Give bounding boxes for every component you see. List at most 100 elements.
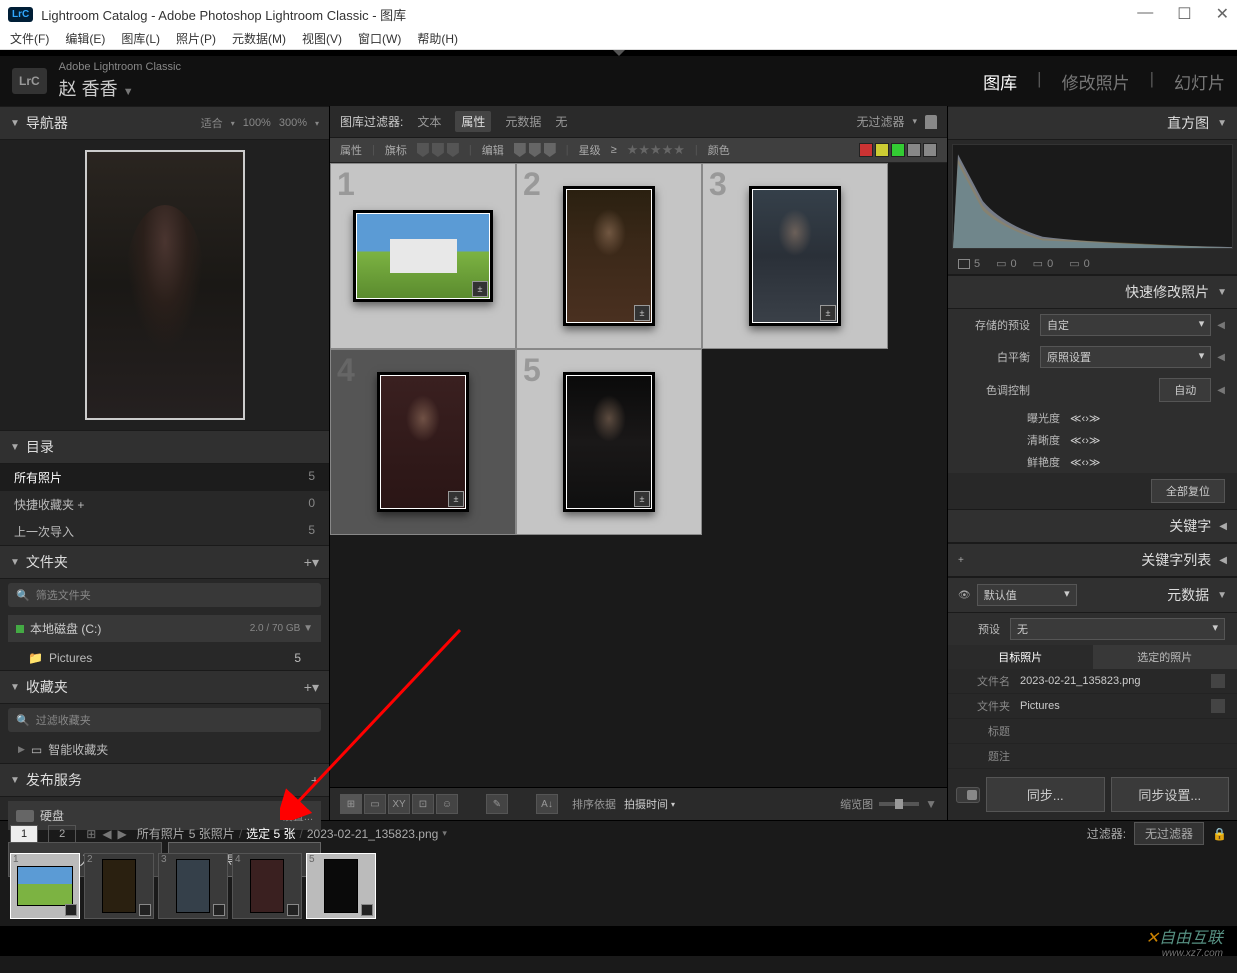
thumb-size-slider[interactable] — [879, 802, 919, 806]
catalog-header[interactable]: ▼ 目录 — [0, 430, 329, 464]
collection-search-input[interactable]: 🔍 过滤收藏夹 — [8, 708, 321, 732]
sort-dropdown[interactable]: 拍摄时间▾ — [624, 796, 675, 812]
grid-cell-5[interactable]: 5 ± — [516, 349, 702, 535]
auto-tone-button[interactable]: 自动 — [1159, 378, 1211, 402]
navigator-preview[interactable] — [0, 140, 329, 430]
keywords-header[interactable]: 关键字 ◀ — [948, 509, 1237, 543]
exposure-steppers[interactable]: ≪‹›≫ — [1070, 412, 1100, 425]
filmstrip-cell-3[interactable]: 3 — [158, 853, 228, 919]
collections-header[interactable]: ▼ 收藏夹 +▾ — [0, 670, 329, 704]
edit-filter-icons[interactable] — [514, 143, 556, 157]
toolbar-menu-icon[interactable]: ▼ — [925, 797, 937, 811]
filter-metadata[interactable]: 元数据 — [505, 113, 541, 130]
disk-row[interactable]: 本地磁盘 (C:) 2.0 / 70 GB ▼ — [8, 615, 321, 642]
folder-pictures[interactable]: 📁 Pictures 5 — [0, 646, 329, 670]
filmstrip-cell-1[interactable]: 1 — [10, 853, 80, 919]
grid-cell-4[interactable]: 4 ± — [330, 349, 516, 535]
menu-library[interactable]: 图库(L) — [121, 30, 160, 47]
menu-file[interactable]: 文件(F) — [10, 30, 49, 47]
loupe-view-button[interactable]: ▭ — [364, 794, 386, 814]
grid-view-button[interactable]: ⊞ — [340, 794, 362, 814]
reset-all-button[interactable]: 全部复位 — [1151, 479, 1225, 503]
nav-100[interactable]: 100% — [243, 117, 271, 129]
flag-filter-icons[interactable] — [417, 143, 459, 157]
maximize-button[interactable]: ☐ — [1177, 4, 1191, 24]
meta-tab-selected[interactable]: 选定的照片 — [1093, 645, 1237, 669]
autosync-toggle[interactable] — [956, 787, 980, 803]
metadata-header[interactable]: 👁 默认值▾ 元数据 ▼ — [948, 577, 1237, 613]
meta-tab-target[interactable]: 目标照片 — [948, 645, 1093, 669]
eye-icon[interactable]: 👁 — [958, 590, 971, 601]
menu-window[interactable]: 窗口(W) — [358, 30, 401, 47]
publish-header[interactable]: ▼ 发布服务 + — [0, 763, 329, 797]
folders-header[interactable]: ▼ 文件夹 +▾ — [0, 545, 329, 579]
histogram[interactable] — [952, 144, 1233, 249]
filmstrip[interactable]: 1 2 3 4 5 — [0, 846, 1237, 926]
catalog-previous-import[interactable]: 上一次导入5 — [0, 518, 329, 545]
menu-photo[interactable]: 照片(P) — [176, 30, 216, 47]
nav-fit[interactable]: 适合 — [201, 115, 223, 131]
quickdev-header[interactable]: 快速修改照片 ▼ — [948, 275, 1237, 309]
lock-icon[interactable] — [925, 115, 937, 129]
filmstrip-cell-4[interactable]: 4 — [232, 853, 302, 919]
folder-value[interactable]: Pictures — [1020, 700, 1211, 712]
sync-button[interactable]: 同步... — [986, 777, 1105, 812]
menu-help[interactable]: 帮助(H) — [417, 30, 458, 47]
smart-collections[interactable]: ▶ ▭ 智能收藏夹 — [0, 736, 329, 763]
filter-lock-icon[interactable]: 🔒 — [1212, 827, 1227, 841]
sort-direction-button[interactable]: A↓ — [536, 794, 558, 814]
rating-stars[interactable]: ★★★★★ — [627, 142, 685, 158]
catalog-all-photos[interactable]: 所有照片5 — [0, 464, 329, 491]
grid-cell-3[interactable]: 3 ± — [702, 163, 888, 349]
filename-value[interactable]: 2023-02-21_135823.png — [1020, 675, 1211, 687]
expand-icon[interactable]: ◀ — [1217, 385, 1225, 396]
add-publish-icon[interactable]: + — [311, 772, 319, 788]
expand-icon[interactable]: ◀ — [1217, 352, 1225, 363]
filter-preset[interactable]: 无过滤器 — [856, 113, 904, 130]
sync-settings-button[interactable]: 同步设置... — [1111, 777, 1230, 812]
navigator-header[interactable]: ▼ 导航器 适合▾ 100% 300%▾ — [0, 106, 329, 140]
add-keyword-icon[interactable]: + — [958, 555, 964, 566]
vibrance-steppers[interactable]: ≪‹›≫ — [1070, 456, 1100, 469]
survey-view-button[interactable]: ⊡ — [412, 794, 434, 814]
folder-search-input[interactable]: 🔍 筛选文件夹 — [8, 583, 321, 607]
rating-comparator[interactable]: ≥ — [611, 144, 617, 156]
path-all-photos[interactable]: 所有照片 — [137, 825, 185, 842]
publish-setup-link[interactable]: 设置... — [282, 808, 313, 824]
grid-mode-icon[interactable]: ⊞ — [86, 827, 96, 841]
minimize-button[interactable]: — — [1137, 4, 1153, 24]
nav-300[interactable]: 300% — [279, 117, 307, 129]
nav-forward-icon[interactable]: ▶ — [118, 827, 127, 841]
grid-cell-1[interactable]: 1 ± — [330, 163, 516, 349]
grid-cell-2[interactable]: 2 ± — [516, 163, 702, 349]
people-view-button[interactable]: ☺ — [436, 794, 458, 814]
display-1-button[interactable]: 1 — [10, 825, 38, 843]
histogram-header[interactable]: 直方图 ▼ — [948, 106, 1237, 140]
clarity-steppers[interactable]: ≪‹›≫ — [1070, 434, 1100, 447]
add-collection-icon[interactable]: +▾ — [304, 679, 319, 696]
goto-icon[interactable] — [1211, 699, 1225, 713]
preset-dropdown[interactable]: 自定▾ — [1040, 314, 1211, 336]
keywordlist-header[interactable]: + 关键字列表 ◀ — [948, 543, 1237, 577]
filter-attribute[interactable]: 属性 — [455, 111, 491, 132]
identity-plate[interactable]: 赵 香香 ▼ — [59, 75, 181, 101]
filter-text[interactable]: 文本 — [417, 113, 441, 130]
module-slideshow[interactable]: 幻灯片 — [1174, 69, 1225, 94]
filmstrip-cell-2[interactable]: 2 — [84, 853, 154, 919]
edit-icon[interactable] — [1211, 674, 1225, 688]
module-library[interactable]: 图库 — [983, 69, 1017, 94]
display-2-button[interactable]: 2 — [48, 825, 76, 843]
menu-view[interactable]: 视图(V) — [302, 30, 342, 47]
painter-tool[interactable]: ✎ — [486, 794, 508, 814]
module-develop[interactable]: 修改照片 — [1062, 69, 1130, 94]
menu-edit[interactable]: 编辑(E) — [65, 30, 105, 47]
add-folder-icon[interactable]: +▾ — [304, 554, 319, 571]
thumbnail-grid[interactable]: 1 ± 2 ± 3 ± 4 ± 5 ± — [330, 163, 947, 787]
filmstrip-cell-5[interactable]: 5 — [306, 853, 376, 919]
nav-back-icon[interactable]: ◀ — [102, 827, 111, 841]
compare-view-button[interactable]: XY — [388, 794, 410, 814]
fs-filter-dropdown[interactable]: 无过滤器 — [1134, 822, 1204, 845]
color-label-filters[interactable] — [859, 143, 937, 157]
close-button[interactable]: ✕ — [1216, 4, 1229, 24]
menu-metadata[interactable]: 元数据(M) — [232, 30, 286, 47]
